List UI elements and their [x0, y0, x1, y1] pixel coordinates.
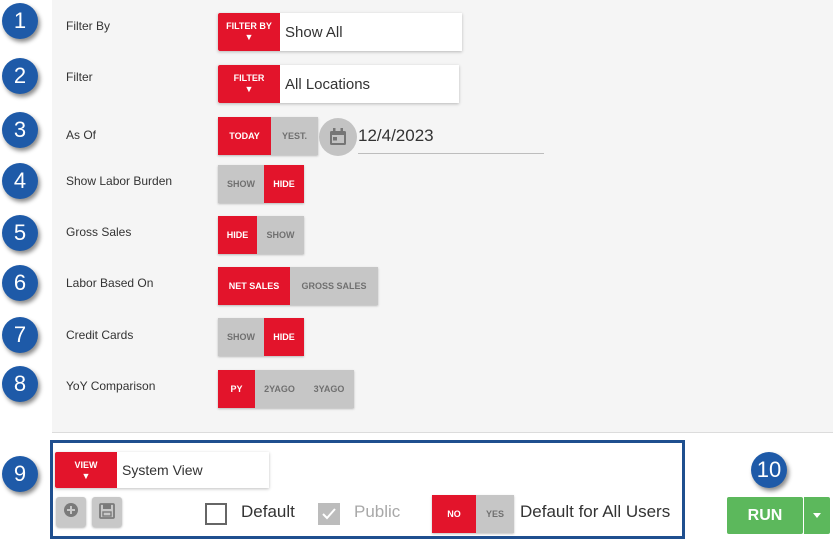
labor-burden-toggle[interactable]: SHOW HIDE	[218, 165, 304, 203]
filter-button-label: FILTER	[233, 73, 265, 83]
date-input-underline	[358, 153, 544, 154]
public-label: Public	[354, 502, 401, 521]
option-today[interactable]: TODAY	[218, 117, 271, 155]
view-dropdown[interactable]: VIEW ▼ System View	[55, 452, 269, 488]
credit-cards-toggle[interactable]: SHOW HIDE	[218, 318, 304, 356]
option-2yago[interactable]: 2YAGO	[255, 370, 304, 408]
badge-5: 5	[2, 215, 38, 251]
divider	[52, 432, 833, 433]
default-label: Default	[241, 502, 295, 521]
badge-10: 10	[751, 452, 787, 488]
labor-burden-label: Show Labor Burden	[66, 174, 173, 188]
labor-based-on-toggle[interactable]: NET SALES GROSS SALES	[218, 267, 378, 305]
calendar-button[interactable]	[319, 118, 357, 156]
option-gross-sales[interactable]: GROSS SALES	[290, 267, 378, 305]
default-all-users-label: Default for All Users	[520, 502, 671, 521]
badge-4: 4	[2, 163, 38, 199]
credit-cards-label: Credit Cards	[66, 328, 134, 342]
option-yes[interactable]: YES	[476, 495, 514, 533]
caret-down-icon: ▼	[244, 32, 254, 42]
labor-based-on-label: Labor Based On	[66, 276, 154, 290]
public-checkbox[interactable]	[318, 503, 340, 525]
plus-circle-icon	[64, 503, 78, 517]
run-button[interactable]: RUN	[727, 497, 803, 534]
option-show[interactable]: SHOW	[257, 216, 304, 254]
calendar-icon	[330, 128, 346, 145]
option-3yago[interactable]: 3YAGO	[304, 370, 354, 408]
as-of-label: As Of	[66, 128, 97, 142]
save-view-button[interactable]	[92, 497, 122, 527]
badge-9: 9	[2, 456, 38, 492]
default-checkbox[interactable]	[205, 503, 227, 525]
option-show[interactable]: SHOW	[218, 318, 264, 356]
filter-button[interactable]: FILTER ▼	[218, 65, 280, 103]
filter-by-button[interactable]: FILTER BY ▼	[218, 13, 280, 51]
checkmark-icon	[322, 508, 336, 520]
option-hide[interactable]: HIDE	[218, 216, 257, 254]
add-view-button[interactable]	[56, 497, 86, 527]
option-py[interactable]: PY	[218, 370, 255, 408]
caret-down-icon: ▼	[81, 471, 91, 481]
filter-by-dropdown[interactable]: FILTER BY ▼ Show All	[218, 13, 462, 51]
view-button-label: VIEW	[74, 460, 98, 470]
yoy-label: YoY Comparison	[66, 379, 156, 393]
default-all-users-toggle[interactable]: NO YES	[432, 495, 514, 533]
as-of-toggle[interactable]: TODAY YEST.	[218, 117, 318, 155]
gross-sales-toggle[interactable]: HIDE SHOW	[218, 216, 304, 254]
caret-down-icon: ▼	[244, 84, 254, 94]
date-input[interactable]: 12/4/2023	[358, 126, 434, 146]
badge-6: 6	[2, 265, 38, 301]
filter-label: Filter	[66, 70, 93, 84]
option-show[interactable]: SHOW	[218, 165, 264, 203]
filter-by-value: Show All	[285, 24, 343, 41]
view-value: System View	[122, 462, 203, 478]
option-hide[interactable]: HIDE	[264, 165, 304, 203]
gross-sales-label: Gross Sales	[66, 225, 132, 239]
badge-2: 2	[2, 58, 38, 94]
yoy-toggle[interactable]: PY 2YAGO 3YAGO	[218, 370, 354, 408]
run-options-button[interactable]	[803, 497, 830, 534]
view-button[interactable]: VIEW ▼	[55, 452, 117, 488]
badge-7: 7	[2, 317, 38, 353]
option-hide[interactable]: HIDE	[264, 318, 304, 356]
filter-by-button-label: FILTER BY	[226, 21, 272, 31]
option-net-sales[interactable]: NET SALES	[218, 267, 290, 305]
badge-1: 1	[2, 3, 38, 39]
filter-by-label: Filter By	[66, 19, 111, 33]
filter-dropdown[interactable]: FILTER ▼ All Locations	[218, 65, 459, 103]
option-yesterday[interactable]: YEST.	[271, 117, 318, 155]
badge-8: 8	[2, 366, 38, 402]
option-no[interactable]: NO	[432, 495, 476, 533]
filter-value: All Locations	[285, 76, 371, 93]
badge-3: 3	[2, 112, 38, 148]
save-icon	[99, 503, 115, 519]
